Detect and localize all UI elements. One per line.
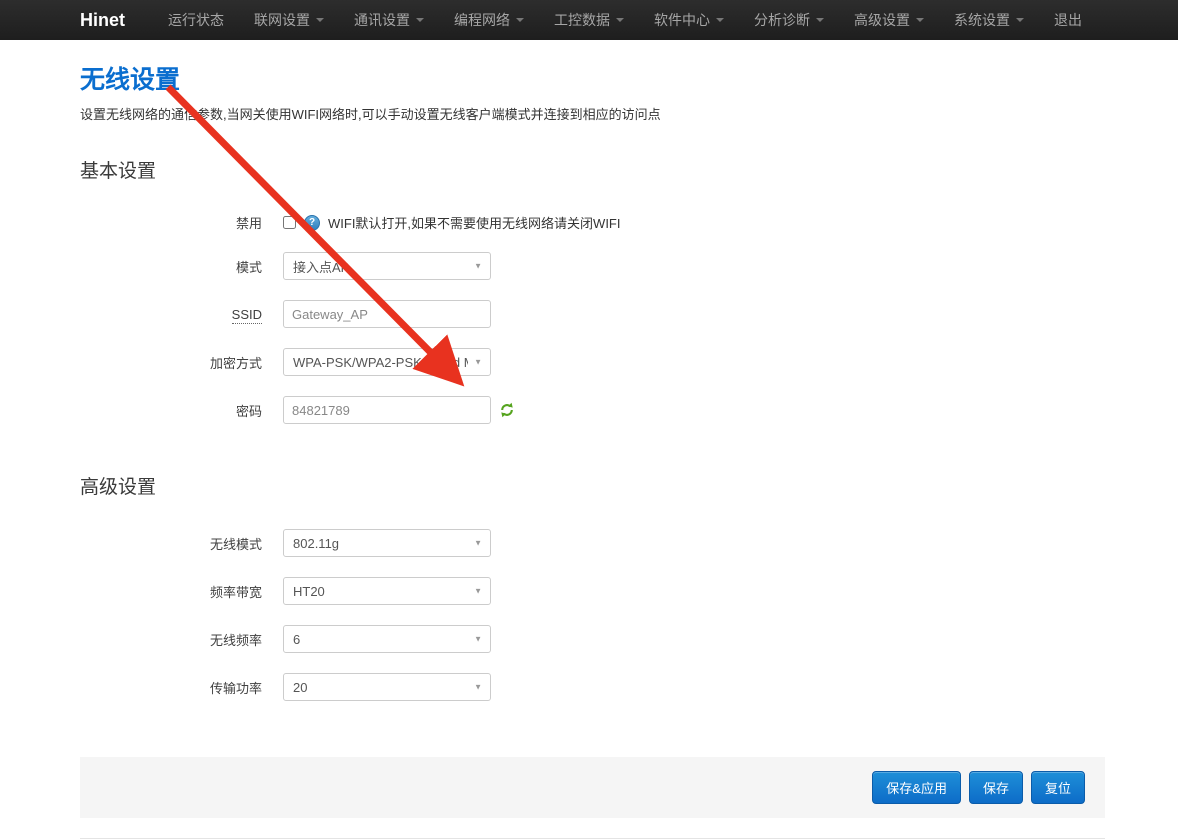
form-row-channel: 无线频率 6 ▼ (80, 625, 1105, 653)
brand-logo[interactable]: Hinet (80, 10, 125, 31)
nav-item-label: 联网设置 (254, 10, 310, 30)
encryption-select[interactable]: WPA-PSK/WPA2-PSK Mixed Mode ▼ (283, 348, 491, 376)
nav-item-label: 软件中心 (654, 10, 710, 30)
nav-item-label: 系统设置 (954, 10, 1010, 30)
bandwidth-select-value: HT20 (293, 584, 325, 599)
chevron-down-icon (816, 18, 824, 22)
wireless-mode-label: 无线模式 (80, 534, 262, 553)
dropdown-caret-icon: ▼ (474, 683, 482, 692)
form-row-mode: 模式 接入点AP ▼ (80, 252, 1105, 280)
ssid-label: SSID (80, 307, 262, 322)
chevron-down-icon (1016, 18, 1024, 22)
nav-item-industrial-data[interactable]: 工控数据 (539, 0, 639, 40)
form-row-disable: 禁用 ? WIFI默认打开,如果不需要使用无线网络请关闭WIFI (80, 213, 1105, 232)
disable-checkbox[interactable] (283, 216, 296, 229)
generate-password-icon[interactable] (499, 402, 515, 418)
main-content: 无线设置 设置无线网络的通信参数,当网关使用WIFI网络时,可以手动设置无线客户… (0, 60, 1105, 839)
encryption-select-value: WPA-PSK/WPA2-PSK Mixed Mode (293, 355, 468, 370)
nav-item-system-settings[interactable]: 系统设置 (939, 0, 1039, 40)
ssid-label-text: SSID (232, 307, 262, 324)
wireless-mode-select[interactable]: 802.11g ▼ (283, 529, 491, 557)
nav-item-label: 运行状态 (168, 10, 224, 30)
dropdown-caret-icon: ▼ (474, 587, 482, 596)
chevron-down-icon (916, 18, 924, 22)
actions-bar: 保存&应用 保存 复位 (80, 757, 1105, 818)
form-row-bandwidth: 频率带宽 HT20 ▼ (80, 577, 1105, 605)
dropdown-caret-icon: ▼ (474, 635, 482, 644)
help-icon: ? (304, 215, 320, 231)
form-row-encryption: 加密方式 WPA-PSK/WPA2-PSK Mixed Mode ▼ (80, 348, 1105, 376)
chevron-down-icon (416, 18, 424, 22)
nav-item-network-settings[interactable]: 联网设置 (239, 0, 339, 40)
mode-select-value: 接入点AP (293, 257, 349, 276)
ssid-input[interactable] (283, 300, 491, 328)
wireless-mode-select-value: 802.11g (293, 536, 339, 551)
chevron-down-icon (716, 18, 724, 22)
mode-select[interactable]: 接入点AP ▼ (283, 252, 491, 280)
nav-item-programming-network[interactable]: 编程网络 (439, 0, 539, 40)
page-subtitle: 设置无线网络的通信参数,当网关使用WIFI网络时,可以手动设置无线客户端模式并连… (80, 104, 1105, 123)
nav-item-label: 退出 (1054, 10, 1082, 30)
form-row-wireless-mode: 无线模式 802.11g ▼ (80, 529, 1105, 557)
tx-power-label: 传输功率 (80, 678, 262, 697)
chevron-down-icon (316, 18, 324, 22)
nav-item-label: 通讯设置 (354, 10, 410, 30)
chevron-down-icon (516, 18, 524, 22)
nav-item-communication-settings[interactable]: 通讯设置 (339, 0, 439, 40)
nav-item-label: 编程网络 (454, 10, 510, 30)
disable-hint: WIFI默认打开,如果不需要使用无线网络请关闭WIFI (328, 213, 620, 232)
nav-item-logout[interactable]: 退出 (1039, 0, 1097, 40)
channel-label: 无线频率 (80, 630, 262, 649)
page-title: 无线设置 (80, 60, 1105, 96)
mode-label: 模式 (80, 257, 262, 276)
form-row-password: 密码 (80, 396, 1105, 424)
nav-item-software-center[interactable]: 软件中心 (639, 0, 739, 40)
top-navbar: Hinet 运行状态 联网设置 通讯设置 编程网络 工控数据 软件中心 分析诊断… (0, 0, 1178, 40)
form-row-tx-power: 传输功率 20 ▼ (80, 673, 1105, 701)
channel-select-value: 6 (293, 632, 300, 647)
nav-item-analysis-diagnosis[interactable]: 分析诊断 (739, 0, 839, 40)
nav-item-label: 高级设置 (854, 10, 910, 30)
nav-item-running-status[interactable]: 运行状态 (153, 0, 239, 40)
dropdown-caret-icon: ▼ (474, 539, 482, 548)
dropdown-caret-icon: ▼ (474, 358, 482, 367)
nav-item-advanced-settings[interactable]: 高级设置 (839, 0, 939, 40)
tx-power-select-value: 20 (293, 680, 307, 695)
tx-power-select[interactable]: 20 ▼ (283, 673, 491, 701)
password-input[interactable] (283, 396, 491, 424)
disable-label: 禁用 (80, 213, 262, 232)
channel-select[interactable]: 6 ▼ (283, 625, 491, 653)
form-row-ssid: SSID (80, 300, 1105, 328)
save-button[interactable]: 保存 (969, 771, 1023, 804)
dropdown-caret-icon: ▼ (474, 262, 482, 271)
bandwidth-label: 频率带宽 (80, 582, 262, 601)
encryption-label: 加密方式 (80, 353, 262, 372)
section-heading-basic: 基本设置 (80, 156, 1105, 183)
nav-item-label: 分析诊断 (754, 10, 810, 30)
disable-control-group: ? WIFI默认打开,如果不需要使用无线网络请关闭WIFI (283, 213, 620, 232)
reset-button[interactable]: 复位 (1031, 771, 1085, 804)
bandwidth-select[interactable]: HT20 ▼ (283, 577, 491, 605)
save-apply-button[interactable]: 保存&应用 (872, 771, 961, 804)
chevron-down-icon (616, 18, 624, 22)
password-label: 密码 (80, 401, 262, 420)
nav-item-label: 工控数据 (554, 10, 610, 30)
section-heading-advanced: 高级设置 (80, 472, 1105, 499)
